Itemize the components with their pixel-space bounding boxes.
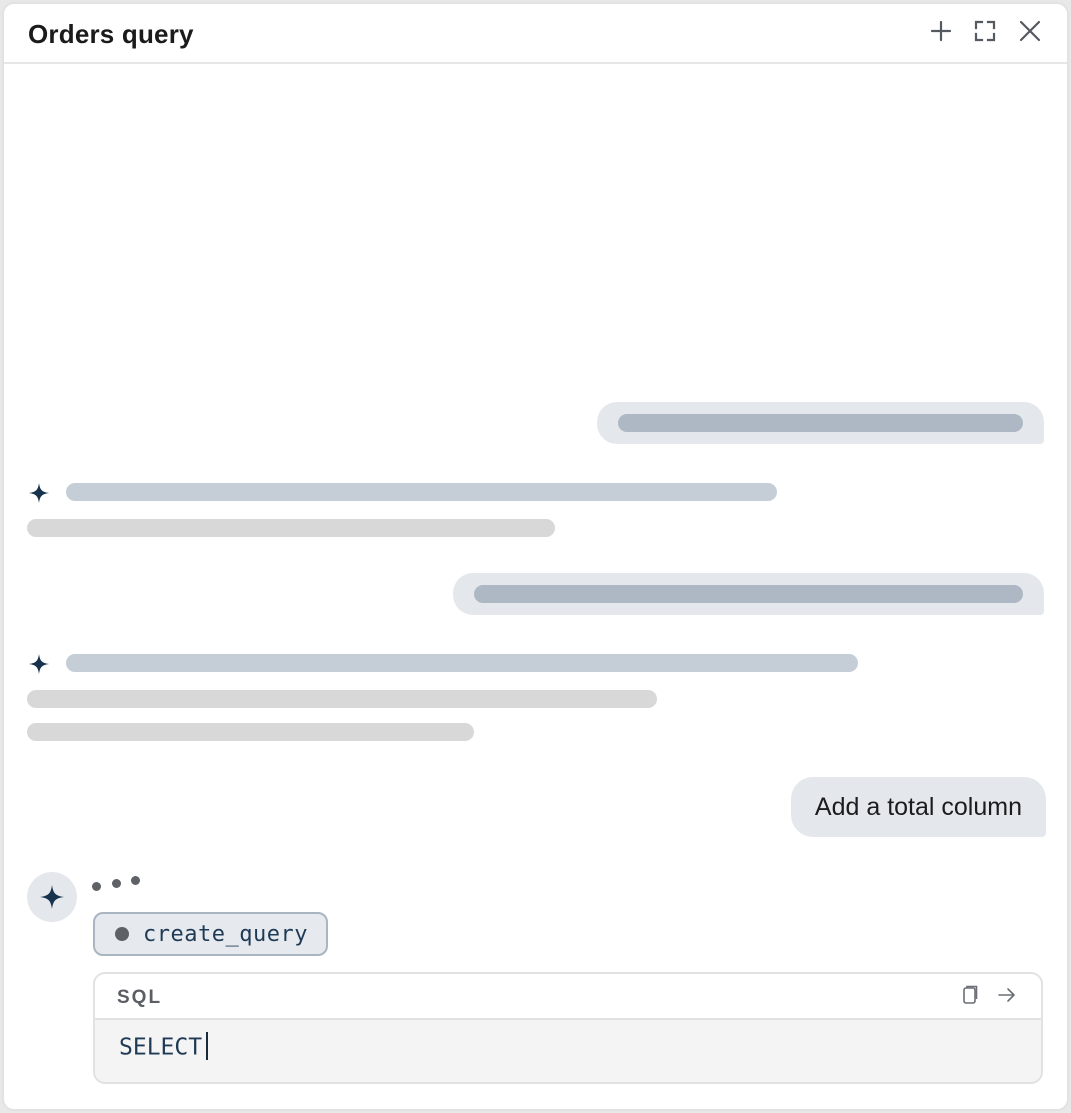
open-query-button[interactable] — [996, 984, 1018, 1006]
assistant-message-placeholder-line — [27, 723, 474, 741]
user-message: Add a total column — [790, 777, 1046, 837]
code-block: SQL SELECT — [93, 972, 1043, 1084]
skeleton-line — [618, 414, 1023, 432]
copy-icon — [963, 985, 978, 1004]
text-caret — [206, 1032, 209, 1060]
expand-button[interactable] — [972, 18, 998, 44]
tool-call-name: create_query — [143, 921, 308, 947]
assistant-sparkle-icon — [28, 482, 50, 504]
assistant-message-placeholder-line — [27, 519, 555, 537]
window-title: Orders query — [28, 19, 194, 49]
user-message-placeholder — [453, 573, 1044, 615]
assistant-message-placeholder-line — [27, 690, 657, 708]
code-block-header: SQL — [95, 974, 1041, 1020]
assistant-avatar — [27, 872, 77, 922]
sparkle-icon — [40, 885, 64, 909]
status-dot — [115, 927, 129, 941]
assistant-message-placeholder-heading — [66, 654, 858, 672]
typing-indicator — [92, 876, 152, 892]
close-icon — [1019, 20, 1041, 42]
chat-window: Orders query Add a total column create_q… — [2, 2, 1069, 1111]
close-button[interactable] — [1017, 18, 1043, 44]
assistant-sparkle-icon — [28, 653, 50, 675]
expand-icon — [974, 20, 996, 42]
copy-code-button[interactable] — [959, 984, 981, 1006]
code-language-label: SQL — [117, 987, 163, 1008]
tool-call-chip[interactable]: create_query — [93, 912, 328, 956]
code-content: SELECT — [119, 1032, 209, 1062]
code-text: SELECT — [119, 1034, 203, 1061]
skeleton-line — [474, 585, 1023, 603]
assistant-message-placeholder-heading — [66, 483, 777, 501]
new-chat-button[interactable] — [928, 18, 954, 44]
user-message-placeholder — [597, 402, 1044, 444]
chat-header: Orders query — [4, 4, 1067, 64]
arrow-right-icon — [998, 988, 1015, 1002]
plus-icon — [930, 20, 952, 42]
